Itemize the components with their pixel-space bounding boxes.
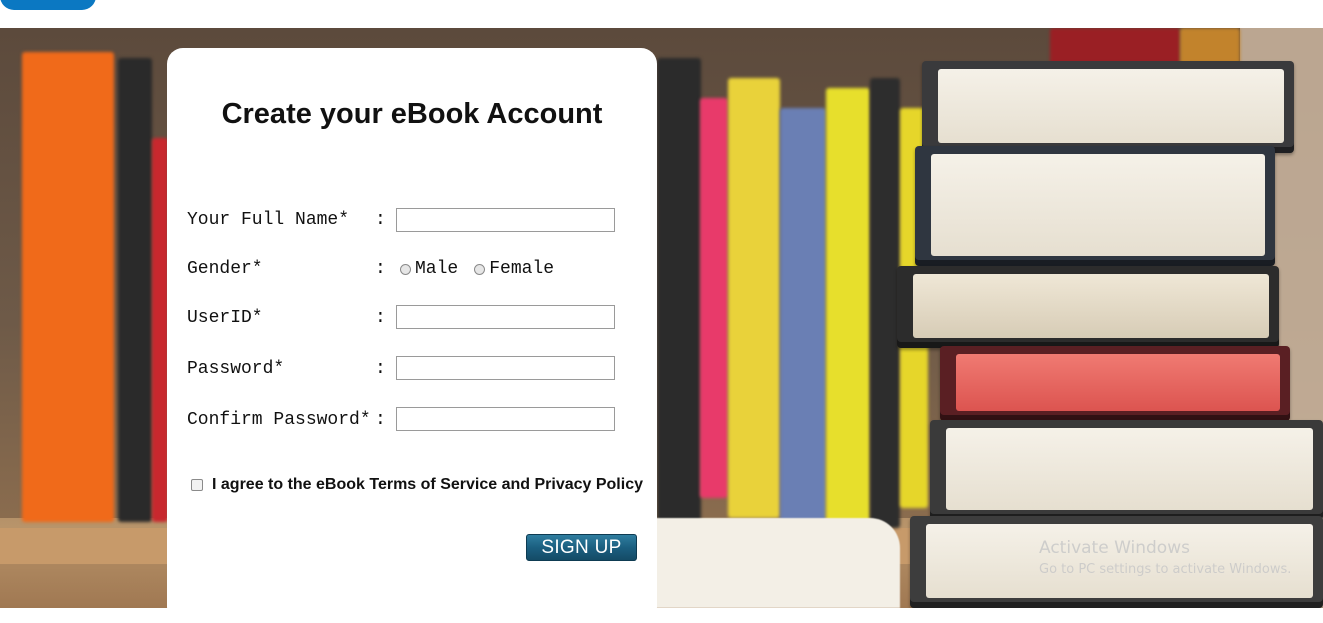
full-name-input[interactable]: [396, 208, 615, 232]
watermark-line1: Activate Windows: [1039, 538, 1190, 558]
gender-label: Gender*: [187, 259, 263, 279]
userid-input[interactable]: [396, 305, 615, 329]
password-input[interactable]: [396, 356, 615, 380]
signup-button[interactable]: SIGN UP: [526, 534, 637, 561]
gender-female-radio[interactable]: [474, 263, 486, 275]
form-title: Create your eBook Account: [221, 98, 603, 130]
gender-male-label[interactable]: Male: [415, 259, 458, 279]
top-bar: [0, 0, 1323, 28]
watermark-line2: Go to PC settings to activate Windows.: [1039, 562, 1292, 577]
full-name-label: Your Full Name*: [187, 210, 371, 230]
gender-female-label[interactable]: Female: [489, 259, 554, 279]
confirm-password-input[interactable]: [396, 407, 615, 431]
header-tab[interactable]: [0, 0, 96, 10]
password-colon: :: [375, 359, 386, 379]
userid-colon: :: [375, 308, 386, 328]
confirm-password-colon: :: [375, 410, 386, 430]
signup-card: Create your eBook Account Your Full Name…: [167, 48, 657, 623]
confirm-password-label: Confirm Password*: [187, 410, 371, 430]
userid-label: UserID*: [187, 308, 263, 328]
gender-radio-group: Male Female: [400, 259, 570, 279]
gender-male-radio[interactable]: [400, 263, 411, 275]
gender-colon: :: [375, 259, 386, 279]
password-label: Password*: [187, 359, 285, 379]
terms-agreement: I agree to the eBook Terms of Service an…: [191, 476, 643, 494]
terms-checkbox[interactable]: [191, 479, 203, 491]
full-name-colon: :: [375, 210, 386, 230]
terms-label[interactable]: I agree to the eBook Terms of Service an…: [212, 476, 643, 494]
activate-windows-watermark: Activate Windows Go to PC settings to ac…: [1039, 538, 1291, 577]
